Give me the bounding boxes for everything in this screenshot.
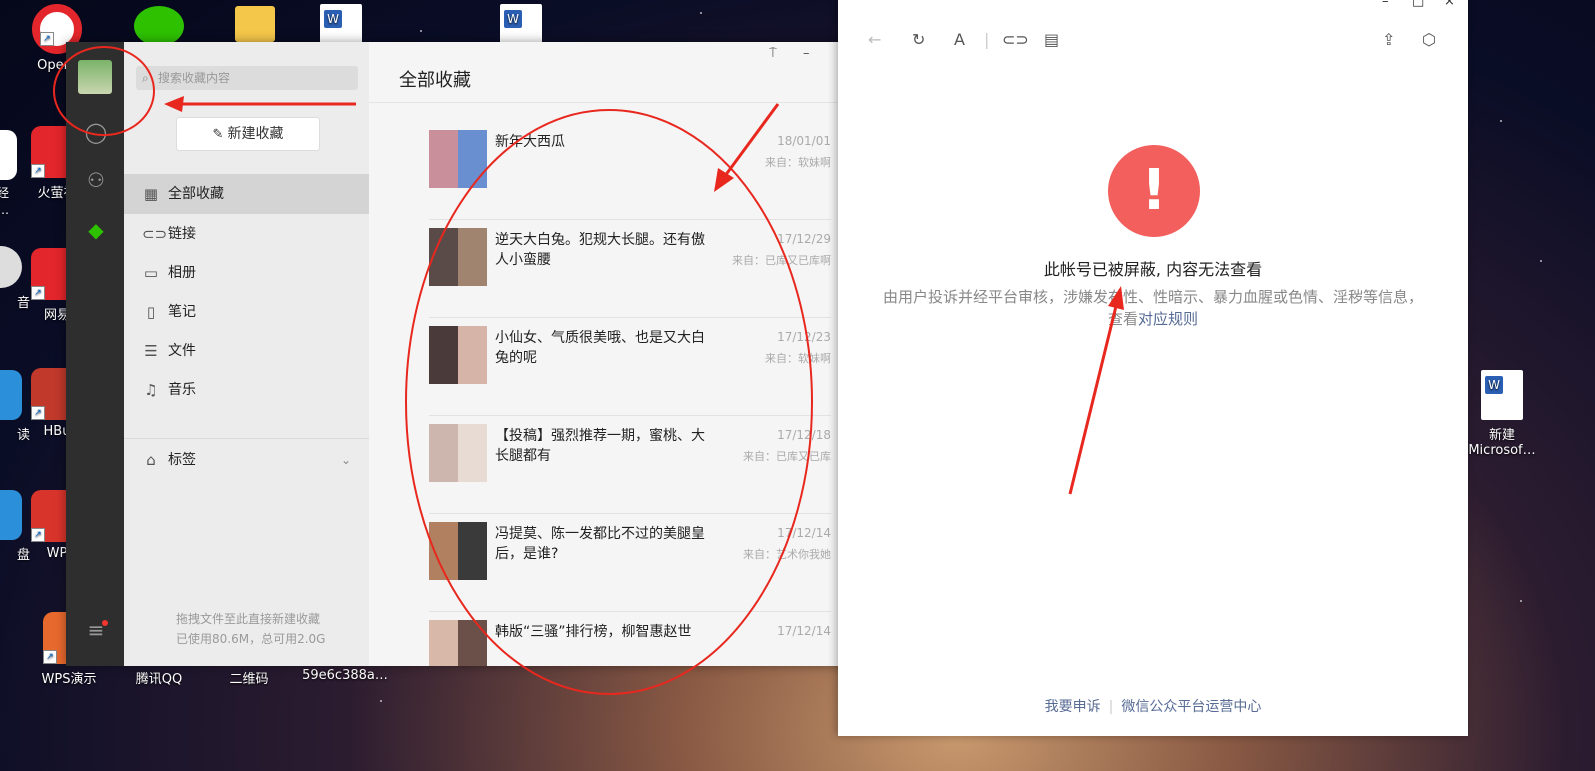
annotation-arrowhead-avatar xyxy=(164,96,184,112)
annotation-arrowhead-list xyxy=(714,168,734,192)
annotation-arrow-blocked xyxy=(1068,297,1120,495)
annotation-circle-list xyxy=(405,109,813,695)
annotation-overlay xyxy=(53,46,1124,695)
annotation-arrow-list xyxy=(720,103,780,181)
annotation-arrowhead-blocked xyxy=(1108,286,1124,310)
annotation-circle-avatar xyxy=(53,46,155,136)
